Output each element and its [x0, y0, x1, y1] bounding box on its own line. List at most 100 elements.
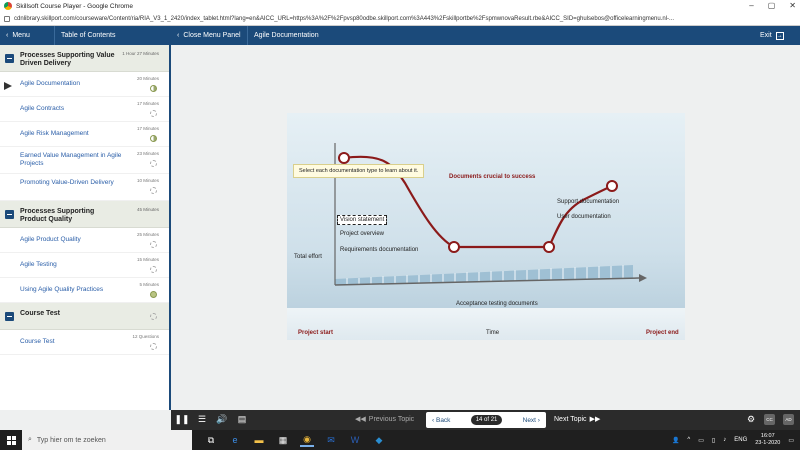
closed-captions-button[interactable]: CC — [764, 414, 775, 425]
exit-icon: → — [775, 31, 784, 40]
next-topic-button[interactable]: Next Topic ▶▶ — [554, 415, 600, 424]
url-text: cdnlibrary.skillport.com/courseware/Cont… — [14, 15, 675, 22]
toc-item-duration: 5 Minutes — [139, 282, 159, 287]
section-title: Course Test — [20, 310, 60, 317]
next-topic-label: Next Topic — [554, 415, 587, 423]
toc-item-course-test[interactable]: Course Test 12 Questions — [0, 330, 169, 355]
calculator-icon[interactable]: ▦ — [276, 433, 290, 447]
transcript-list-icon[interactable]: ☰ — [197, 414, 207, 425]
notifications-icon[interactable]: ▭ — [788, 437, 794, 444]
progress-partial-icon — [150, 85, 157, 92]
file-explorer-icon[interactable]: ▬ — [252, 433, 266, 447]
chevron-left-icon: ‹ — [177, 32, 180, 39]
windows-logo-icon — [6, 435, 16, 445]
option-acceptance-testing[interactable]: Acceptance testing documents — [456, 301, 538, 307]
clock-date: 23-1-2020 — [755, 440, 781, 446]
outlook-icon[interactable]: ✉ — [324, 433, 338, 447]
progress-complete-icon — [150, 291, 157, 298]
vision-hotspot[interactable] — [338, 152, 350, 164]
clock[interactable]: 16:07 23-1-2020 — [755, 433, 780, 447]
menu-button[interactable]: ‹ Menu — [0, 32, 54, 39]
collapse-icon[interactable] — [5, 312, 14, 321]
exit-button[interactable]: Exit → — [760, 31, 800, 40]
toc-item-agile-contracts[interactable]: Agile Contracts 17 Minutes — [0, 97, 169, 122]
volume-icon[interactable]: 🔊 — [216, 414, 227, 425]
search-icon: ⌕ — [28, 436, 32, 443]
word-icon[interactable]: W — [348, 433, 362, 447]
window-controls: – ▢ ✕ — [749, 1, 796, 10]
audio-description-button[interactable]: AD — [783, 414, 794, 425]
sidebar-footer — [0, 410, 171, 430]
toc-item-agile-testing[interactable]: Agile Testing 15 Minutes — [0, 253, 169, 278]
close-menu-panel-button[interactable]: ‹ Close Menu Panel — [171, 32, 247, 39]
toc-item-agile-documentation[interactable]: Agile Documentation 20 Minutes — [0, 72, 169, 97]
close-window-icon[interactable]: ✕ — [789, 1, 796, 10]
pause-icon[interactable]: ❚❚ — [174, 414, 189, 425]
toc-item-earned-value-management[interactable]: Earned Value Management in Agile Project… — [0, 147, 169, 174]
app-icon[interactable]: ◆ — [372, 433, 386, 447]
option-requirements[interactable]: Requirements documentation — [340, 247, 418, 253]
toc-item-label: Agile Contracts — [20, 105, 65, 112]
volume-tray-icon[interactable]: ♪ — [723, 437, 726, 443]
toc-item-duration: 17 Minutes — [136, 126, 159, 131]
option-support-documentation[interactable]: Support documentation — [557, 199, 619, 205]
current-topic-icon — [4, 82, 12, 90]
toc-item-duration: 12 Questions — [132, 334, 159, 339]
option-vision-statement[interactable]: Vision statement — [337, 215, 388, 225]
chevron-left-icon: ‹ — [6, 32, 9, 39]
notes-icon[interactable]: ▤ — [237, 414, 247, 425]
toc-section[interactable]: Processes Supporting Value Driven Delive… — [0, 45, 169, 72]
back-button[interactable]: ‹ Back — [432, 417, 450, 424]
toc-item-label: Agile Documentation — [20, 80, 80, 87]
toc-item-duration: 25 Minutes — [136, 232, 159, 237]
table-of-contents: Processes Supporting Value Driven Delive… — [0, 45, 171, 410]
windows-start-button[interactable] — [0, 435, 22, 445]
address-bar[interactable]: cdnlibrary.skillport.com/courseware/Cont… — [0, 12, 800, 26]
settings-gear-icon[interactable]: ⚙ — [746, 414, 756, 425]
chrome-icon — [4, 2, 12, 10]
user-doc-hotspot[interactable] — [606, 180, 618, 192]
option-project-overview[interactable]: Project overview — [340, 231, 384, 237]
toc-item-agile-product-quality[interactable]: Agile Product Quality 25 Minutes — [0, 228, 169, 253]
edge-icon[interactable]: e — [228, 433, 242, 447]
y-axis-label: Total effort — [294, 254, 322, 260]
collapse-icon[interactable] — [5, 54, 14, 63]
progress-not-started-icon — [150, 241, 157, 248]
taskbar-search[interactable]: ⌕ Typ hier om te zoeken — [22, 430, 192, 450]
browser-titlebar: Skillsoft Course Player - Google Chrome … — [0, 0, 800, 12]
battery-icon[interactable]: ▭ — [698, 437, 704, 444]
network-icon[interactable]: ▯ — [712, 437, 715, 444]
next-button[interactable]: Next › — [523, 417, 540, 424]
task-view-icon[interactable]: ⧉ — [204, 433, 218, 447]
lock-icon — [4, 15, 10, 22]
maximize-icon[interactable]: ▢ — [768, 1, 776, 10]
clock-time: 16:07 — [760, 433, 775, 439]
close-menu-label: Close Menu Panel — [183, 32, 241, 39]
diagram-title: Documents crucial to success — [449, 174, 536, 180]
show-hidden-icons-icon[interactable]: ^ — [687, 437, 690, 443]
toc-section[interactable]: Course Test — [0, 303, 169, 330]
previous-topic-button[interactable]: ◀◀ Previous Topic — [355, 415, 414, 424]
minimize-icon[interactable]: – — [749, 1, 753, 10]
next-label: Next — [522, 416, 536, 424]
taskbar-apps: ⧉ e ▬ ▦ ◉ ✉ W ◆ — [204, 433, 386, 447]
page-title: Agile Documentation — [248, 32, 760, 39]
toc-item-agile-risk-management[interactable]: Agile Risk Management 17 Minutes — [0, 122, 169, 147]
toc-item-using-agile-quality-practices[interactable]: Using Agile Quality Practices 5 Minutes — [0, 278, 169, 303]
x-axis-label: Time — [486, 330, 500, 336]
toc-item-label: Promoting Value-Driven Delivery — [20, 179, 114, 186]
toc-section[interactable]: Processes Supporting Product Quality 45 … — [0, 201, 169, 228]
progress-not-started-icon — [150, 187, 157, 194]
instruction-box: Select each documentation type to learn … — [293, 164, 425, 178]
acceptance-hotspot-left[interactable] — [448, 241, 460, 253]
right-controls: ⚙ CC AD — [746, 414, 794, 425]
acceptance-hotspot-right[interactable] — [543, 241, 555, 253]
chrome-taskbar-icon[interactable]: ◉ — [300, 433, 314, 447]
toc-item-promoting-value-driven-delivery[interactable]: Promoting Value-Driven Delivery 10 Minut… — [0, 174, 169, 201]
left-controls: ❚❚ ☰ 🔊 ▤ — [174, 414, 247, 425]
option-user-documentation[interactable]: User documentation — [557, 214, 611, 220]
progress-not-started-icon — [150, 160, 157, 167]
collapse-icon[interactable] — [5, 210, 14, 219]
language-indicator[interactable]: ENG — [734, 437, 747, 443]
people-icon[interactable]: 👤 — [672, 437, 679, 444]
